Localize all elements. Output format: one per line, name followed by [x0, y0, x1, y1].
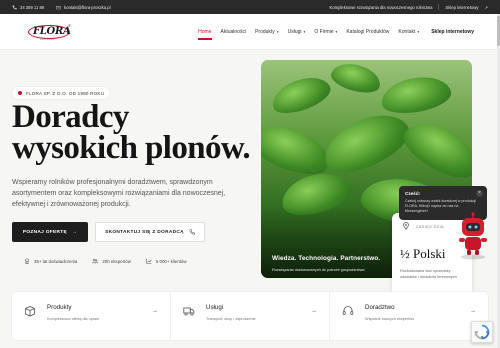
- nav-item-products[interactable]: Produkty ▾: [255, 29, 279, 35]
- chevron-down-icon: ▾: [276, 29, 279, 34]
- close-icon[interactable]: ×: [476, 190, 483, 197]
- box-icon: [25, 306, 35, 317]
- nav-item-about[interactable]: O Firmie ▾: [314, 29, 337, 35]
- email-address: kontakt@flora-proszka.pl: [64, 4, 111, 10]
- card-description: Transport, skup i zaproszenie: [206, 317, 256, 321]
- card-products[interactable]: Produkty Kompleksowa ofertą dla upraw →: [12, 292, 171, 340]
- mail-icon: [56, 5, 61, 9]
- phone-number: 34 359 11 89: [20, 4, 45, 10]
- nav-label: Kontakt: [398, 28, 416, 35]
- chevron-down-icon: ▾: [417, 29, 420, 34]
- headline-line-2: wysokich plonów.: [12, 130, 251, 166]
- hero-lead: Wspieramy rolników profesjonalnymi dorad…: [12, 179, 226, 208]
- nav-label: Home: [198, 28, 212, 35]
- nav-item-shop[interactable]: Sklep internetowy: [431, 29, 474, 35]
- contact-advisor-button[interactable]: SKONTAKTUJ SIĘ Z DORADCĄ: [95, 222, 205, 242]
- coverage-description: Rozbudowana sieć sprzedaży oddziałów i d…: [400, 269, 457, 279]
- email-contact[interactable]: kontakt@flora-proszka.pl: [56, 4, 111, 10]
- stat-text: 200 ekspertów: [102, 258, 131, 264]
- service-cards: Produkty Kompleksowa ofertą dla upraw → …: [12, 292, 488, 340]
- nav-item-contact[interactable]: Kontakt ▾: [398, 29, 419, 35]
- badge-text: FLORA SP. Z O.O. OD 1990 ROKU: [26, 90, 105, 96]
- top-bar: 34 359 11 89 kontakt@flora-proszka.pl Ko…: [0, 0, 500, 14]
- main-nav: Home Aktualności Produkty ▾ Usługi ▾ O Fir…: [198, 28, 474, 40]
- company-badge: FLORA SP. Z O.O. OD 1990 ROKU: [12, 87, 111, 99]
- recaptcha-icon: [474, 324, 490, 340]
- divider: [438, 4, 440, 10]
- leaf-shape: [328, 60, 384, 98]
- nav-item-home[interactable]: Home: [198, 28, 212, 40]
- chat-greeting: Cześć!: [405, 191, 420, 196]
- nav-item-catalogs[interactable]: Katalogi Produktów: [346, 29, 389, 35]
- arrow-right-icon: →: [72, 229, 78, 235]
- site-header: FLORA ® PROSZKA Home Aktualności Produkt…: [0, 14, 500, 50]
- nav-label: Katalogi Produktów: [346, 28, 390, 35]
- chevron-down-icon: ▾: [335, 29, 338, 34]
- award-icon: [25, 258, 29, 264]
- stat-experience: 35+ lat doświadczenia: [24, 258, 77, 264]
- hero-headline: Doradcy wysokich plonów.: [12, 101, 251, 166]
- nav-label: Usługi: [287, 28, 302, 35]
- recaptcha-badge[interactable]: [471, 321, 493, 343]
- card-consulting[interactable]: Doradztwo Wsparcie naszych ekspertów →: [330, 292, 488, 340]
- topbar-tagline: Kompleksowe rozwiązania dla nowoczesnego…: [329, 4, 433, 10]
- flora-logo[interactable]: FLORA ® PROSZKA: [26, 21, 76, 43]
- chatbot-robot-icon[interactable]: [455, 212, 491, 260]
- chart-icon: [146, 258, 152, 264]
- leaf-shape: [315, 103, 417, 183]
- topbar-shop-link[interactable]: Sklep internetowy: [445, 5, 478, 10]
- phone-contact[interactable]: 34 359 11 89: [12, 5, 44, 10]
- photo-caption-subtitle: Rozwiązania dostosowanych do potrzeb gos…: [272, 268, 365, 272]
- truck-icon: [183, 307, 195, 316]
- arrow-right-icon: →: [311, 308, 317, 314]
- arrow-right-icon: →: [470, 308, 476, 314]
- leaf-shape: [396, 112, 472, 188]
- button-label: POZNAJ OFERTĘ: [22, 229, 68, 235]
- nav-item-services[interactable]: Usługi ▾: [288, 29, 306, 35]
- card-description: Wsparcie naszych ekspertów: [365, 317, 415, 321]
- registered-mark: ®: [68, 22, 71, 28]
- coverage-value: ½ Polski: [400, 246, 446, 261]
- external-link-icon: ↗: [484, 4, 488, 10]
- logo-text: FLORA: [33, 25, 71, 37]
- arrow-right-icon: →: [152, 308, 158, 314]
- nav-label: Produkty: [255, 28, 275, 35]
- coverage-label: ZASIĘG DZIA: [416, 225, 445, 229]
- chevron-down-icon: ▾: [303, 29, 306, 34]
- headset-icon: [342, 306, 354, 315]
- button-label: SKONTAKTUJ SIĘ Z DORADCĄ: [105, 229, 184, 235]
- stat-clients: 5 000+ klientów: [146, 258, 187, 264]
- logo-subtitle: PROSZKA: [40, 37, 55, 41]
- hero-stats: 35+ lat doświadczenia 200 ekspertów 5 00…: [24, 258, 187, 264]
- leaf-shape: [378, 72, 454, 118]
- people-icon: [92, 258, 99, 264]
- card-description: Kompleksowa ofertą dla upraw: [47, 317, 99, 321]
- location-pin-icon: [403, 222, 409, 230]
- stat-text: 35+ lat doświadczenia: [34, 258, 78, 264]
- nav-label: Aktualności: [220, 28, 247, 35]
- leaf-shape: [267, 70, 335, 120]
- photo-caption-title: Wiedza. Technologia. Partnerstwo.: [272, 255, 381, 262]
- phone-icon: [189, 229, 195, 235]
- nav-item-news[interactable]: Aktualności: [221, 29, 247, 35]
- nav-label: O Firmie: [314, 28, 334, 35]
- badge-dot-icon: [18, 91, 22, 95]
- card-services[interactable]: Usługi Transport, skup i zaproszenie →: [171, 292, 330, 340]
- explore-offer-button[interactable]: POZNAJ OFERTĘ →: [12, 222, 88, 242]
- stat-text: 5 000+ klientów: [155, 258, 187, 264]
- stat-experts: 200 ekspertów: [92, 258, 131, 264]
- phone-icon: [12, 5, 17, 9]
